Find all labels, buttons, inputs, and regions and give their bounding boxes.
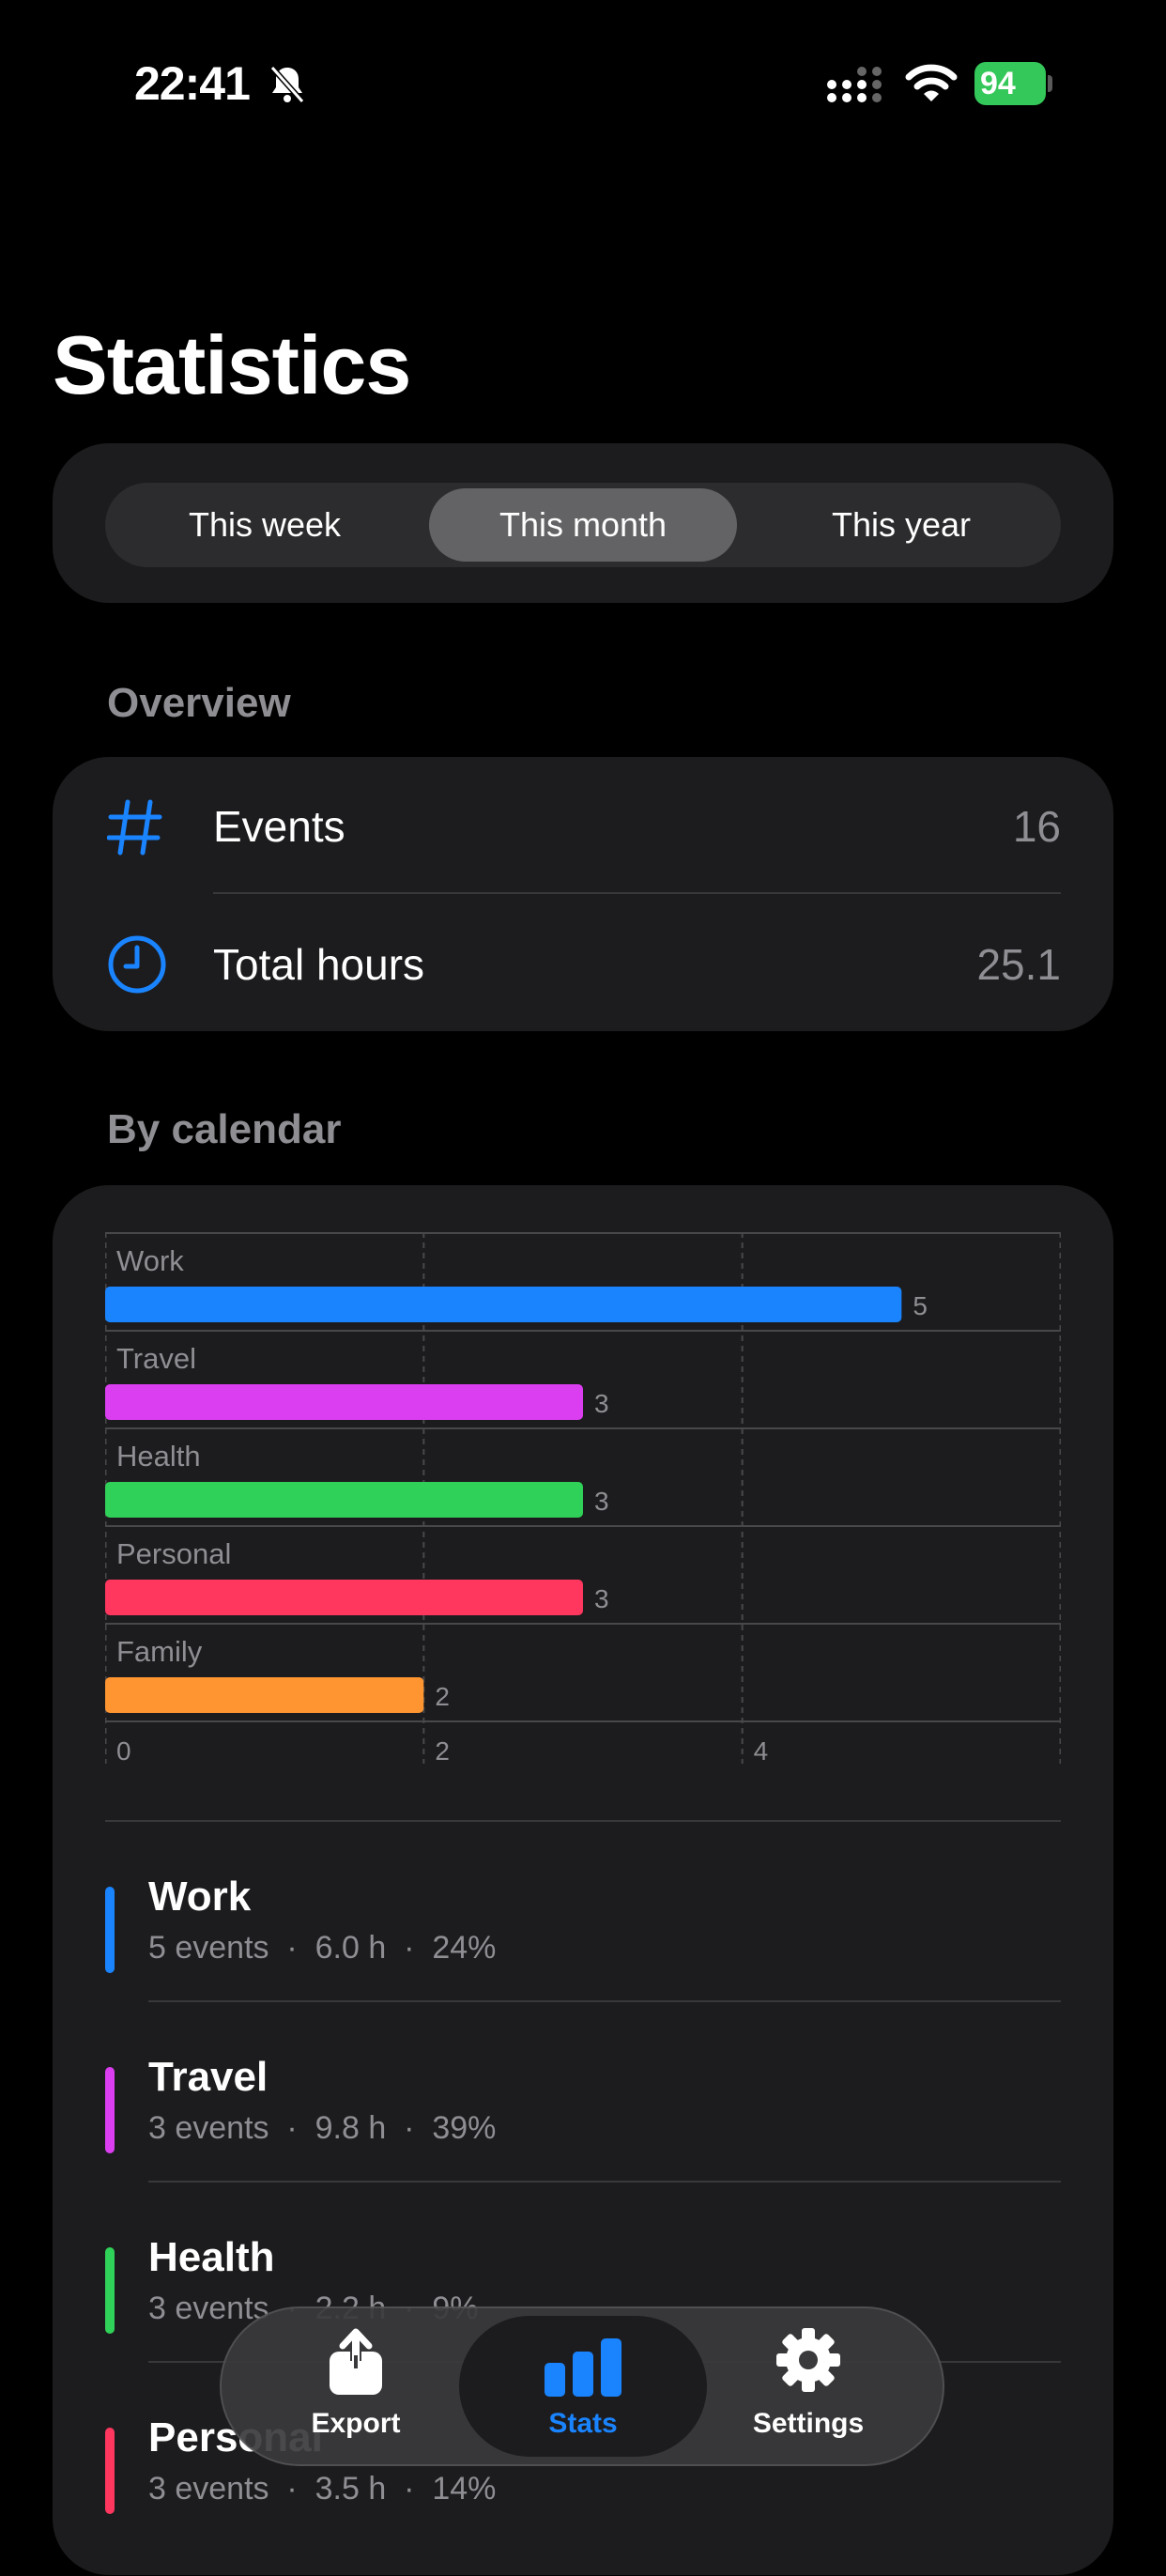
chart-bar bbox=[105, 1287, 902, 1322]
calendar-name: Work bbox=[148, 1874, 252, 1920]
tab-stats[interactable]: Stats bbox=[459, 2316, 707, 2457]
total-hours-value: 25.1 bbox=[976, 940, 1061, 989]
segment-this-week[interactable]: This week bbox=[111, 488, 419, 562]
chart-bar bbox=[105, 1384, 583, 1420]
clock-icon bbox=[108, 935, 166, 994]
wifi-icon bbox=[905, 64, 958, 101]
by-calendar-heading: By calendar bbox=[107, 1106, 342, 1152]
chart-tick-label: 4 bbox=[754, 1736, 769, 1766]
events-label: Events bbox=[213, 802, 345, 851]
calendar-detail: 5 events · 6.0 h · 24% bbox=[148, 1930, 497, 1966]
calendar-row-work[interactable]: Work 5 events · 6.0 h · 24% bbox=[105, 1855, 1061, 2035]
chart-category-label: Family bbox=[116, 1635, 203, 1668]
calendar-color-bar bbox=[105, 1887, 115, 1973]
chart-bar bbox=[105, 1580, 583, 1615]
chart-category-label: Work bbox=[116, 1244, 184, 1277]
chart-category-label: Travel bbox=[116, 1342, 196, 1375]
chart-value-label: 3 bbox=[594, 1389, 609, 1418]
bell-slash-icon bbox=[269, 66, 305, 103]
chart-category-label: Personal bbox=[116, 1537, 231, 1570]
chart-divider bbox=[105, 1820, 1061, 1822]
total-hours-label: Total hours bbox=[213, 940, 425, 989]
chart-bars-icon bbox=[545, 2338, 621, 2397]
chart-category-label: Health bbox=[116, 1440, 201, 1473]
chart-bar bbox=[105, 1482, 583, 1518]
tab-settings[interactable]: Settings bbox=[672, 2306, 944, 2466]
battery-icon: 94 bbox=[974, 62, 1053, 105]
gear-icon bbox=[776, 2328, 840, 2392]
overview-card bbox=[53, 757, 1113, 1031]
chart-value-label: 2 bbox=[435, 1682, 450, 1711]
row-divider bbox=[148, 2181, 1061, 2183]
calendar-detail: 3 events · 3.5 h · 14% bbox=[148, 2471, 497, 2507]
tab-export[interactable]: Export bbox=[220, 2306, 492, 2466]
calendar-row-travel[interactable]: Travel 3 events · 9.8 h · 39% bbox=[105, 2035, 1061, 2215]
segment-this-month[interactable]: This month bbox=[429, 488, 737, 562]
chart-value-label: 3 bbox=[594, 1584, 609, 1613]
chart-tick-label: 2 bbox=[435, 1736, 450, 1766]
tab-label: Settings bbox=[752, 2408, 865, 2439]
chart-bar bbox=[105, 1677, 424, 1713]
chart-value-label: 3 bbox=[594, 1487, 609, 1516]
share-icon bbox=[330, 2328, 382, 2395]
tab-label: Stats bbox=[548, 2408, 618, 2439]
segment-this-year[interactable]: This year bbox=[747, 488, 1055, 562]
calendar-detail: 3 events · 9.8 h · 39% bbox=[148, 2110, 497, 2146]
signal-icon bbox=[827, 67, 882, 102]
battery-level: 94 bbox=[974, 62, 1046, 105]
overview-heading: Overview bbox=[107, 680, 291, 726]
calendar-color-bar bbox=[105, 2247, 115, 2334]
events-value: 16 bbox=[1012, 802, 1061, 851]
calendar-name: Health bbox=[148, 2234, 275, 2280]
calendar-color-bar bbox=[105, 2428, 115, 2514]
calendar-color-bar bbox=[105, 2067, 115, 2153]
chart-tick-label: 0 bbox=[116, 1736, 131, 1766]
calendar-bar-chart: Work 5 Travel 3 Health 3 Personal 3 Family 2 0 2 4 bbox=[105, 1232, 1061, 1766]
chart-value-label: 5 bbox=[913, 1291, 928, 1320]
status-time: 22:41 bbox=[134, 57, 251, 110]
period-segmented-control: This week This month This year bbox=[105, 483, 1061, 567]
tab-label: Export bbox=[311, 2408, 401, 2439]
hash-icon bbox=[107, 799, 162, 856]
page-title: Statistics bbox=[53, 318, 411, 411]
row-divider bbox=[148, 2000, 1061, 2002]
overview-divider bbox=[213, 892, 1061, 894]
calendar-name: Travel bbox=[148, 2054, 268, 2100]
tab-bar: Export Stats Settings bbox=[220, 2306, 944, 2466]
